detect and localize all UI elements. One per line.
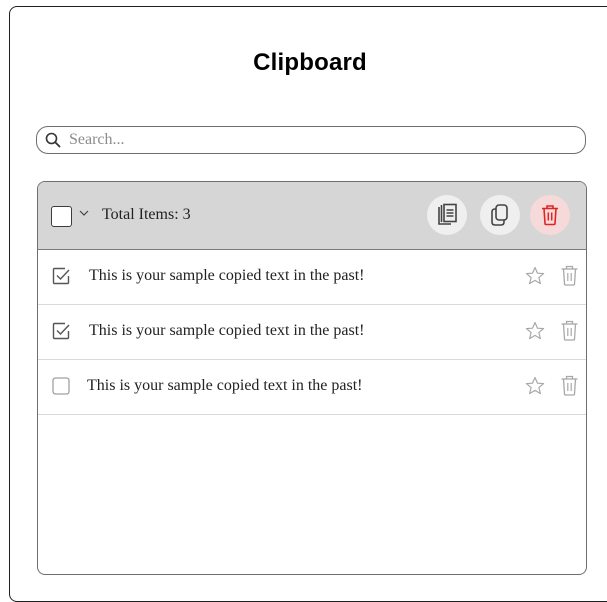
star-icon[interactable] [525, 266, 545, 286]
search-input[interactable] [69, 129, 569, 151]
select-all-checkbox[interactable] [51, 206, 72, 227]
row-checkbox-unchecked[interactable] [52, 377, 70, 395]
clipboard-window: Clipboard Total Items: 3 [9, 6, 607, 602]
row-checkbox-checked[interactable] [52, 322, 70, 340]
trash-icon[interactable] [560, 375, 579, 396]
delete-all-button[interactable] [530, 195, 570, 235]
list-item[interactable]: This is your sample copied text in the p… [38, 360, 586, 415]
copy-all-icon [438, 203, 457, 225]
trash-icon [542, 205, 558, 226]
star-icon[interactable] [525, 376, 545, 396]
list-item-text: This is your sample copied text in the p… [89, 322, 365, 339]
search-bar[interactable] [36, 126, 586, 154]
row-checkbox-checked[interactable] [52, 267, 70, 285]
list-item[interactable]: This is your sample copied text in the p… [38, 250, 586, 305]
chevron-down-icon[interactable] [79, 209, 89, 217]
list-item-text: This is your sample copied text in the p… [87, 377, 363, 394]
clipboard-list: Total Items: 3 This is your sample copie… [37, 181, 587, 575]
trash-icon[interactable] [560, 265, 579, 286]
copy-all-button[interactable] [427, 195, 467, 235]
copy-icon [491, 204, 508, 226]
list-item[interactable]: This is your sample copied text in the p… [38, 305, 586, 360]
trash-icon[interactable] [560, 320, 579, 341]
star-icon[interactable] [525, 321, 545, 341]
page-title: Clipboard [253, 49, 367, 76]
search-icon [45, 132, 61, 148]
list-header: Total Items: 3 [38, 182, 586, 250]
list-item-text: This is your sample copied text in the p… [89, 267, 365, 284]
total-items-label: Total Items: 3 [102, 206, 191, 223]
copy-button[interactable] [480, 195, 520, 235]
